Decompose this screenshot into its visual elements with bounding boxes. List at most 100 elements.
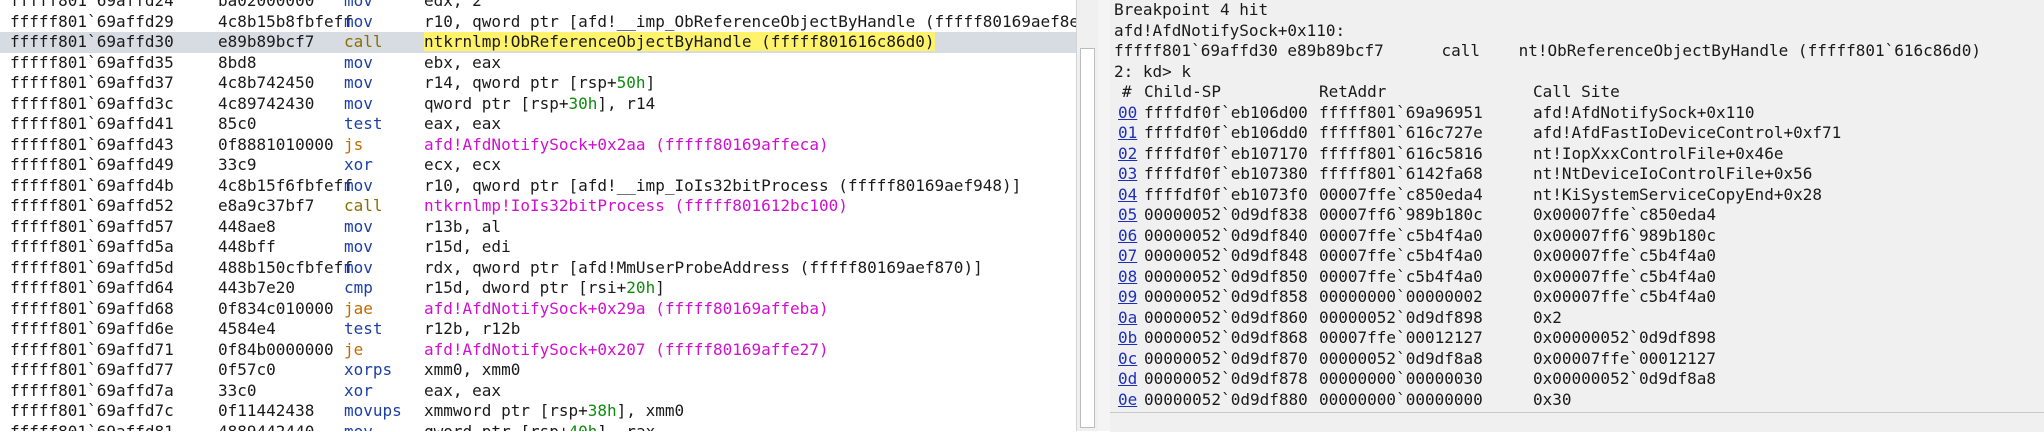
instruction-row[interactable]: fffff801`69affd52 e8a9c37bf7 call ntkrnlmp!… [0,196,1076,217]
operand-text: r15d, edi [424,237,511,256]
instruction-bytes: 0f57c0 [218,360,276,379]
operand-text: eax, eax [424,114,502,133]
frame-number-link[interactable]: 0d [1118,369,1137,390]
instruction-row[interactable]: fffff801`69affd41 85c0 test eax, eax [0,114,1076,135]
instruction-row[interactable]: fffff801`69affd43 0f8881010000 js afd!AfdNo… [0,135,1076,156]
frame-child-sp: 00000052`0d9df868 [1144,328,1308,347]
instruction-row[interactable]: fffff801`69affd29 4c8b15b8fbfeff mov r10, q… [0,12,1076,33]
instruction-operands: r10, qword ptr [afd!__imp_ObReferenceObj… [424,12,1076,33]
frame-number-link[interactable]: 04 [1118,185,1137,206]
instruction-row[interactable]: fffff801`69affd68 0f834c010000 jae afd!AfdN… [0,299,1076,320]
instruction-mnemonic: mov [344,216,373,236]
stack-frame-row: 04 ffffdf0f`eb1073f0 00007ffe`c850eda4 nt!K… [1114,185,2042,206]
output-text: fffff801`69affd30 e89b89bcf7 call nt!ObR… [1114,41,1981,60]
frame-number-link[interactable]: 06 [1118,226,1137,247]
instruction-address: fffff801`69affd49 [10,155,174,174]
instruction-row[interactable]: fffff801`69affd57 448ae8 mov r13b, al [0,217,1076,238]
instruction-address: fffff801`69affd30 [10,32,174,51]
frame-number-link[interactable]: 0a [1118,308,1137,329]
frame-number-link[interactable]: 0c [1118,349,1137,370]
operand-offset: 38h [587,401,617,420]
frame-return-address: 00000052`0d9df8a8 [1319,348,1483,368]
command-output-line: 2: kd> k [1114,62,2042,83]
disassembly-scrollbar[interactable] [1076,0,1099,431]
frame-call-site: 0x00007ffe`c5b4f4a0 [1533,266,1717,286]
instruction-operands: ntkrnlmp!ObReferenceObjectByHandle (ffff… [424,32,935,53]
frame-child-sp: 00000052`0d9df858 [1144,287,1308,306]
instruction-operands: eax, eax [424,381,501,402]
instruction-row[interactable]: fffff801`69affd64 443b7e20 cmp r15d, dword … [0,278,1076,299]
instruction-address: fffff801`69affd57 [10,216,174,236]
instruction-address: fffff801`69affd71 [10,339,174,359]
instruction-address: fffff801`69affd29 [10,11,174,31]
current-instruction-row[interactable]: fffff801`69affd30 e89b89bcf7 call ntkrnlmp!… [0,32,1076,53]
instruction-mnemonic: xor [344,155,373,174]
instruction-row[interactable]: fffff801`69affd5a 448bff mov r15d, edi [0,237,1076,258]
instruction-address: fffff801`69affd3c [10,93,174,113]
frame-number-link[interactable]: 00 [1118,103,1137,124]
operand-text: xmm0, xmm0 [424,360,521,379]
pane-splitter[interactable] [1098,0,1110,431]
frame-return-address: 00007ffe`00012127 [1319,328,1483,347]
instruction-row[interactable]: fffff801`69affd37 4c8b742450 mov r14, qword… [0,73,1076,94]
disassembly-window[interactable]: fffff801`69affd24 ba02000000 mov edx, 2 ffff… [0,0,1076,431]
frame-number-link[interactable]: 0b [1118,328,1137,349]
instruction-mnemonic: cmp [344,278,373,297]
frame-call-site: nt!NtDeviceIoControlFile+0x56 [1533,164,1813,183]
instruction-operands: ntkrnlmp!IoIs32bitProcess (fffff801612bc… [424,196,848,217]
frame-number-link[interactable]: 02 [1118,144,1137,165]
frame-number-link[interactable]: 09 [1118,287,1137,308]
branch-target-link[interactable]: afd!AfdNotifySock+0x207 (fffff80169affe2… [424,340,829,359]
operand-text-tail: ], r14 [597,93,656,113]
instruction-bytes: 4584e4 [218,319,276,338]
instruction-bytes: 33c0 [218,380,257,400]
frame-child-sp: 00000052`0d9df840 [1144,225,1308,245]
command-output-line: Breakpoint 4 hit [1114,0,2042,21]
command-window[interactable]: Breakpoint 4 hit afd!AfdNotifySock+0x110:… [1110,0,2044,431]
stack-frame-row: 0c 00000052`0d9df870 00000052`0d9df8a8 0x00… [1114,349,2042,370]
frame-number-link[interactable]: 01 [1118,123,1137,144]
instruction-operands: ecx, ecx [424,155,501,176]
scrollbar-thumb[interactable] [1080,48,1095,428]
instruction-address: fffff801`69affd64 [10,278,174,297]
instruction-row[interactable]: fffff801`69affd49 33c9 xor ecx, ecx [0,155,1076,176]
instruction-address: fffff801`69affd7c [10,401,174,420]
frame-number-link[interactable]: 03 [1118,164,1137,185]
frame-number-link[interactable]: 08 [1118,267,1137,288]
instruction-bytes: 448ae8 [218,216,276,236]
instruction-row[interactable]: fffff801`69affd3c 4c89742430 mov qword ptr … [0,94,1076,115]
operand-text: r10, qword ptr [afd!__imp_ObReferenceObj… [424,11,1076,31]
frame-number-link[interactable]: 05 [1118,205,1137,226]
instruction-row[interactable]: fffff801`69affd7a 33c0 xor eax, eax [0,381,1076,402]
instruction-operands: ebx, eax [424,53,501,74]
instruction-row[interactable]: fffff801`69affd81 4889442440 mov qword ptr … [0,422,1076,432]
highlighted-call-target[interactable]: ntkrnlmp!ObReferenceObjectByHandle (ffff… [424,32,935,51]
branch-target-link[interactable]: afd!AfdNotifySock+0x29a (fffff80169affeb… [424,299,829,318]
frame-call-site: 0x00000052`0d9df8a8 [1533,369,1717,388]
instruction-mnemonic: test [344,319,383,338]
instruction-bytes: 8bd8 [218,52,257,72]
instruction-row[interactable]: fffff801`69affd71 0f84b0000000 je afd!AfdNo… [0,340,1076,361]
command-input-bar[interactable] [1110,412,2044,432]
instruction-mnemonic: xorps [344,360,393,379]
instruction-mnemonic: mov [344,0,373,10]
instruction-mnemonic: mov [344,175,373,195]
frame-number-link[interactable]: 0e [1118,390,1137,411]
instruction-row[interactable]: fffff801`69affd7c 0f11442438 movups xmmword… [0,401,1076,422]
instruction-operands: r14, qword ptr [rsp+50h] [424,73,655,94]
stack-frame-row: 08 00000052`0d9df850 00007ffe`c5b4f4a0 0x00… [1114,267,2042,288]
frame-return-address: fffff801`616c727e [1319,123,1483,142]
instruction-row[interactable]: fffff801`69affd4b 4c8b15f6fbfeff mov r10, q… [0,176,1076,197]
frame-number-link[interactable]: 07 [1118,246,1137,267]
instruction-row[interactable]: fffff801`69affd24 ba02000000 mov edx, 2 [0,0,1076,12]
operand-text: edx, 2 [424,0,482,10]
branch-target-link[interactable]: afd!AfdNotifySock+0x2aa (fffff80169affec… [424,135,829,154]
frame-child-sp: 00000052`0d9df878 [1144,369,1308,388]
instruction-row[interactable]: fffff801`69affd6e 4584e4 test r12b, r12b [0,319,1076,340]
instruction-row[interactable]: fffff801`69affd35 8bd8 mov ebx, eax [0,53,1076,74]
instruction-row[interactable]: fffff801`69affd77 0f57c0 xorps xmm0, xmm0 [0,360,1076,381]
branch-target-link[interactable]: ntkrnlmp!IoIs32bitProcess (fffff801612bc… [424,196,848,215]
frame-return-address: fffff801`69a96951 [1319,102,1483,122]
frame-return-address: fffff801`616c5816 [1319,143,1483,163]
instruction-row[interactable]: fffff801`69affd5d 488b150cfbfeff mov rdx, q… [0,258,1076,279]
